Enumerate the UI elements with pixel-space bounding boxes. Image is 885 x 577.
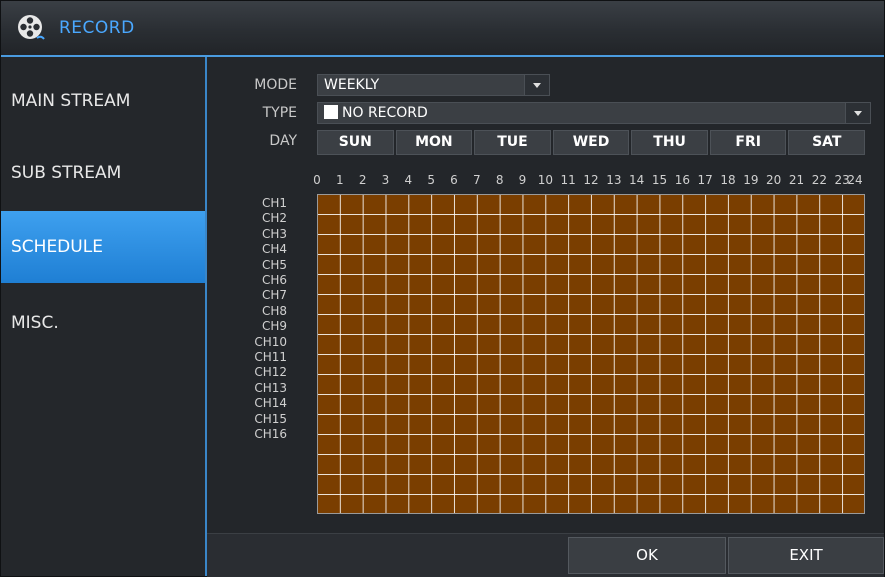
sidebar-item-schedule[interactable]: SCHEDULE (1, 211, 205, 283)
title-bar: RECORD (1, 1, 884, 57)
day-button-tue[interactable]: TUE (474, 130, 551, 155)
chevron-down-icon[interactable] (845, 103, 870, 123)
sidebar: MAIN STREAM SUB STREAM SCHEDULE MISC. (1, 57, 207, 576)
mode-label: MODE (254, 77, 297, 93)
hour-label: 18 (720, 173, 736, 187)
exit-button[interactable]: EXIT (728, 537, 884, 574)
hour-label: 21 (788, 173, 805, 187)
day-button-sat[interactable]: SAT (788, 130, 866, 155)
hour-label: 1 (336, 173, 344, 187)
hour-label: 9 (518, 173, 527, 187)
record-window: RECORD MAIN STREAM SUB STREAM SCHEDULE M… (0, 0, 885, 577)
hour-label: 17 (697, 173, 713, 187)
channel-label: CH4 (261, 242, 287, 257)
ok-button[interactable]: OK (568, 537, 726, 574)
channel-label: CH10 (254, 334, 287, 349)
hour-label: 3 (381, 173, 390, 187)
channel-label: CH12 (254, 365, 287, 380)
chevron-down-icon[interactable] (524, 75, 549, 95)
type-value: NO RECORD (342, 105, 428, 121)
channel-label: CH8 (261, 303, 287, 318)
day-button-thu[interactable]: THU (631, 130, 708, 155)
type-label: TYPE (262, 105, 297, 121)
hour-label: 7 (473, 173, 481, 187)
channel-label: CH15 (254, 411, 287, 426)
channel-label: CH3 (261, 226, 287, 241)
film-reel-icon (18, 15, 45, 40)
hour-label: 2 (358, 173, 367, 187)
hour-label: 22 (811, 173, 827, 187)
day-label: DAY (269, 133, 297, 149)
hour-label: 19 (743, 173, 759, 187)
channel-label: CH11 (254, 350, 287, 364)
hour-scale: 0 1 2 3 4 5 6 7 8 9 10 11 12 13 14 15 16 17 18 19 20 21 22 23 24 (313, 173, 865, 191)
hour-label: 4 (404, 173, 413, 187)
channel-label: CH16 (254, 427, 287, 441)
hour-label: 6 (450, 173, 458, 187)
day-button-fri[interactable]: FRI (709, 130, 787, 155)
channel-label: CH2 (261, 211, 287, 226)
sidebar-item-main-stream[interactable]: MAIN STREAM (1, 65, 205, 137)
hour-label: 20 (766, 173, 782, 187)
hour-label: 12 (583, 173, 599, 187)
channel-label: CH7 (261, 288, 287, 303)
channel-label: CH13 (254, 380, 287, 395)
hour-label: 14 (629, 173, 645, 187)
hour-label: 5 (427, 173, 435, 187)
channel-label: CH1 (261, 196, 287, 210)
type-select[interactable]: NO RECORD (317, 102, 871, 124)
hour-label: 11 (560, 173, 576, 187)
channel-label: CH6 (261, 273, 287, 287)
color-swatch-icon (324, 105, 338, 119)
day-buttons: SUN MON TUE WED THU FRI SAT (317, 130, 866, 155)
window-title: RECORD (59, 18, 135, 38)
hour-label: 15 (651, 173, 668, 187)
hour-label: 0 (313, 173, 321, 187)
channel-label: CH5 (261, 257, 287, 272)
channel-label: CH9 (261, 319, 287, 334)
schedule-grid[interactable] (317, 194, 865, 514)
hour-label: 16 (674, 173, 690, 187)
day-button-sun[interactable]: SUN (317, 130, 394, 155)
hour-label: 8 (495, 173, 504, 187)
channel-label: CH14 (254, 396, 287, 411)
sidebar-item-misc[interactable]: MISC. (1, 287, 205, 359)
hour-label: 24 (847, 173, 863, 187)
mode-select[interactable]: WEEKLY (317, 74, 550, 96)
mode-value: WEEKLY (324, 77, 380, 93)
sidebar-item-sub-stream[interactable]: SUB STREAM (1, 137, 205, 209)
day-button-wed[interactable]: WED (552, 130, 630, 155)
hour-label: 13 (606, 173, 622, 187)
day-button-mon[interactable]: MON (395, 130, 473, 155)
hour-label: 10 (537, 173, 553, 187)
